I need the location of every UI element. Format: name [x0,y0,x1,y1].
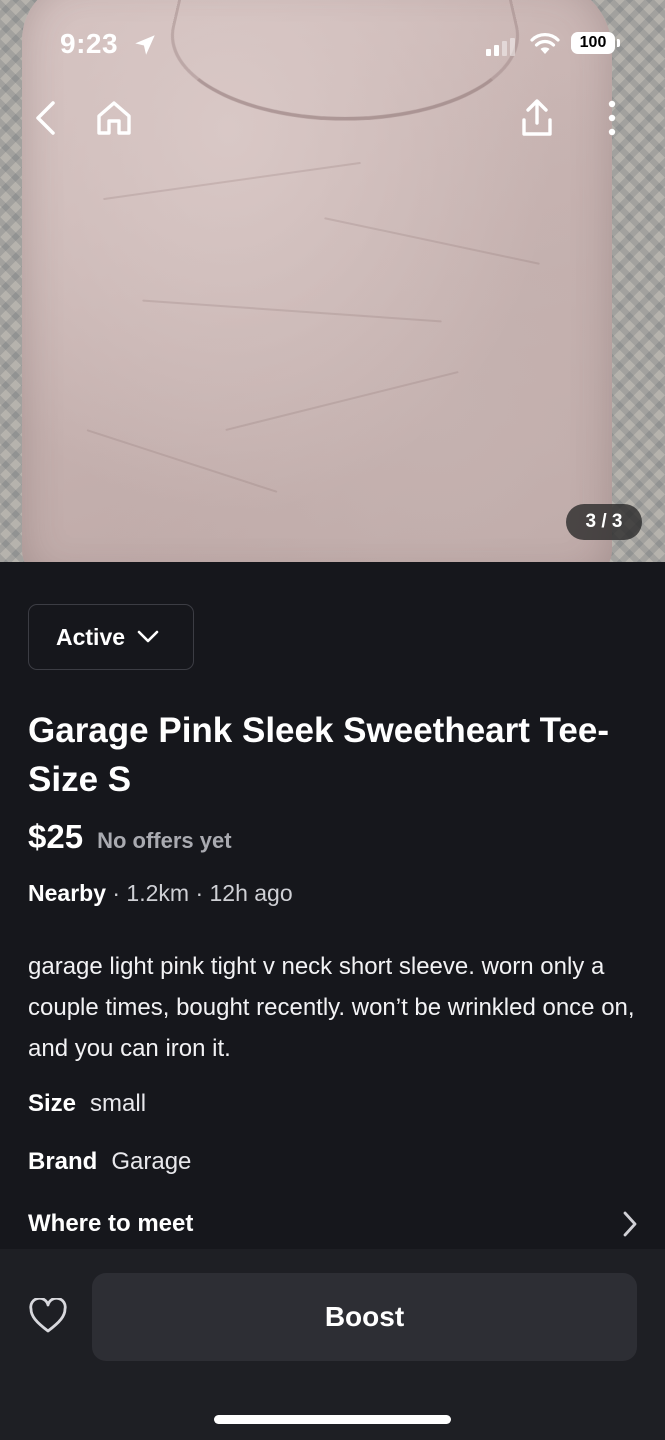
wifi-icon [530,33,560,54]
more-options-button[interactable] [590,96,634,140]
favorite-button[interactable] [26,1294,70,1338]
location-arrow-icon [135,35,155,55]
status-time: 9:23 [60,28,119,59]
attribute-brand: Brand Garage [28,1148,191,1176]
back-button[interactable] [24,96,68,140]
distance-and-time: · 1.2km · 12h ago [105,880,293,906]
wrinkle [324,217,540,265]
chevron-left-icon [36,101,55,135]
home-button[interactable] [92,96,136,140]
status-bar: 9:23 100 [0,28,665,68]
heart-icon [29,1298,67,1333]
attribute-value: small [90,1090,147,1117]
attribute-key: Size [28,1090,77,1117]
home-indicator[interactable] [214,1415,451,1424]
wrinkle [142,299,442,323]
location-label: Nearby [28,880,106,906]
attribute-key: Brand [28,1148,98,1175]
wrinkle [103,161,361,201]
share-button[interactable] [515,96,559,140]
home-icon [97,101,131,135]
listing-meta: Nearby · 1.2km · 12h ago [28,880,293,907]
listing-status-label: Active [56,623,126,650]
listing-price: $25 [28,818,84,855]
battery-indicator: 100 [571,32,615,54]
shirt-image [22,0,612,562]
chevron-right-icon [623,1211,637,1237]
share-icon [522,99,552,136]
listing-title: Garage Pink Sleek Sweetheart Tee- Size S [28,711,610,799]
listing-status-dropdown[interactable]: Active [28,604,194,670]
where-to-meet-label: Where to meet [28,1210,194,1237]
chevron-down-icon [137,630,159,643]
listing-photo[interactable]: 9:23 100 3 / 3 [0,0,665,562]
offers-status: No offers yet [97,828,232,853]
listing-description: garage light pink tight v neck short sle… [28,953,635,1062]
wrinkle [225,370,459,432]
attribute-size: Size small [28,1090,146,1118]
price-row: $25 No offers yet [28,818,232,856]
cellular-signal-icon [486,38,515,56]
more-vertical-icon [608,100,616,136]
boost-button[interactable]: Boost [92,1273,637,1361]
wrinkle [86,429,278,493]
photo-counter: 3 / 3 [566,504,642,540]
attribute-value: Garage [111,1148,192,1175]
where-to-meet-row[interactable]: Where to meet [28,1204,638,1244]
battery-tip [617,39,620,47]
